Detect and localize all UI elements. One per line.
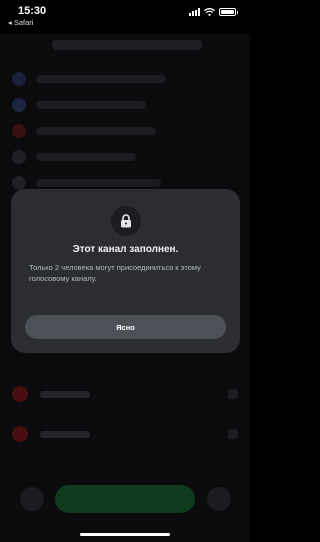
bg-user-row — [12, 426, 238, 442]
back-to-safari-link[interactable]: ◂ Safari — [8, 18, 33, 27]
wifi-icon — [204, 8, 215, 16]
bg-user-row — [12, 386, 238, 402]
dialog-description: Только 2 человека могут присоединиться к… — [29, 263, 201, 283]
status-icons — [189, 8, 238, 16]
ok-button[interactable]: Ясно — [25, 315, 226, 339]
dialog-title: Этот канал заполнен. — [72, 244, 179, 255]
status-time: 15:30 — [18, 5, 47, 17]
signal-icon — [189, 8, 200, 16]
lock-icon — [121, 214, 131, 228]
bg-header-placeholder — [52, 40, 202, 50]
home-indicator[interactable] — [80, 533, 170, 536]
bg-bottom-controls — [0, 474, 250, 524]
battery-icon — [219, 8, 238, 16]
channel-full-dialog: Этот канал заполнен. Только 2 человека м… — [11, 189, 240, 353]
lock-icon-container — [111, 206, 141, 236]
status-bar: 15:30 ◂ Safari — [0, 0, 250, 34]
